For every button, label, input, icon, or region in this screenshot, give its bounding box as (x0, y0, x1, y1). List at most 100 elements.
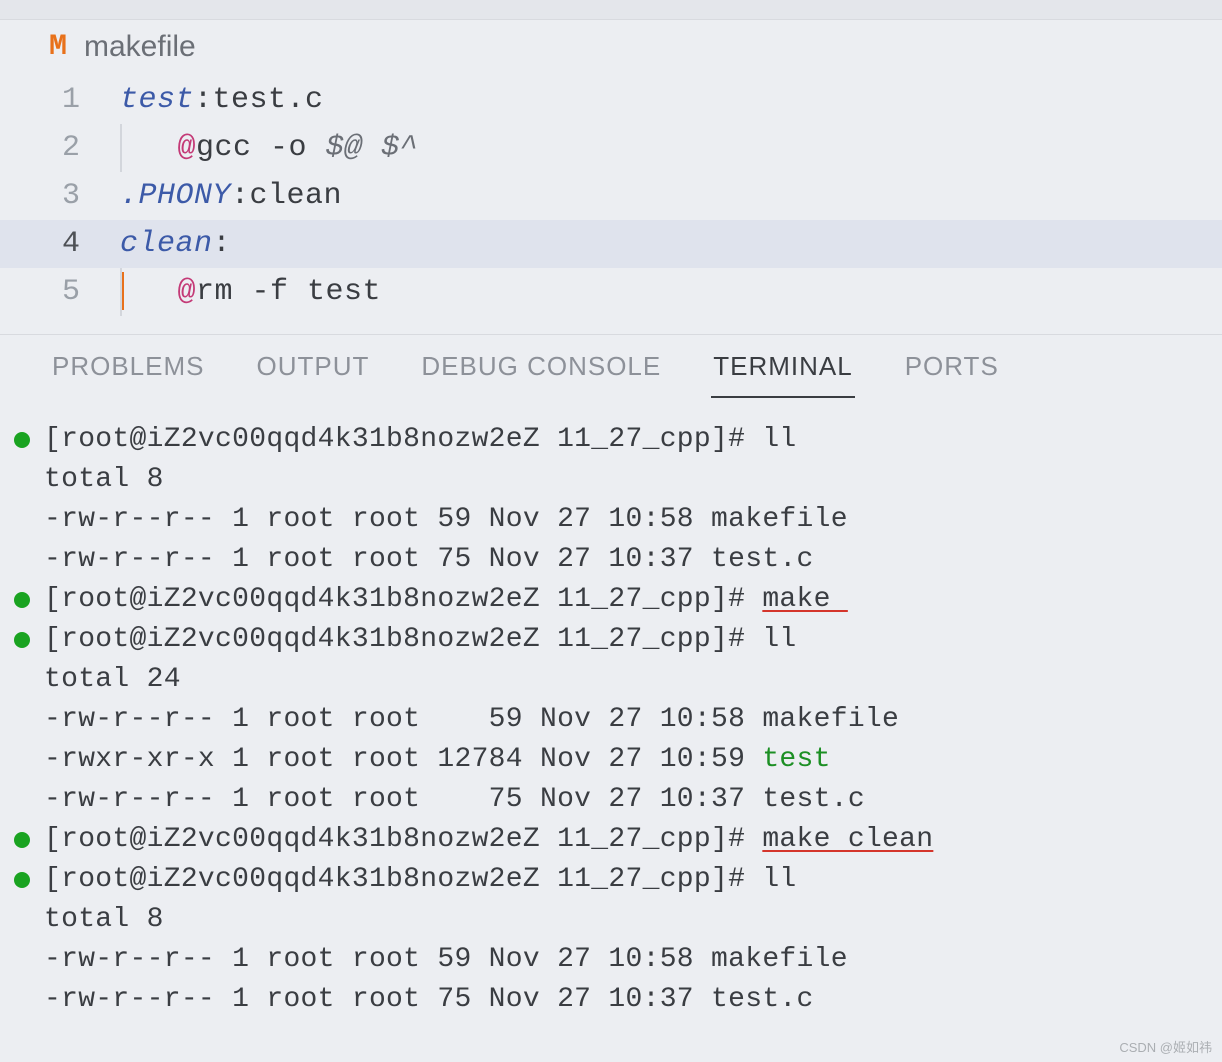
terminal-segment: -rw-r--r-- 1 root root 75 Nov 27 10:37 t… (44, 544, 814, 575)
terminal-segment: -rw-r--r-- 1 root root 59 Nov 27 10:58 m… (44, 704, 899, 735)
code-token (122, 131, 178, 165)
prompt-indicator-icon (14, 872, 30, 888)
terminal-segment: -rw-r--r-- 1 root root 75 Nov 27 10:37 t… (44, 784, 865, 815)
terminal-line: -rw-r--r-- 1 root root 75 Nov 27 10:37 t… (14, 780, 1212, 820)
code-token: :clean (231, 179, 342, 213)
terminal-executable: test (762, 744, 830, 775)
code-content[interactable]: @rm -f test (120, 268, 381, 316)
code-line[interactable]: 1test:test.c (0, 76, 1222, 124)
terminal-segment: -rw-r--r-- 1 root root 75 Nov 27 10:37 t… (44, 984, 814, 1015)
tab-debug[interactable]: DEBUG CONSOLE (419, 345, 663, 398)
terminal-gutter (14, 660, 44, 672)
code-line[interactable]: 2 @gcc -o $@ $^ (0, 124, 1222, 172)
terminal-gutter (14, 460, 44, 472)
terminal-line: [root@iZ2vc00qqd4k31b8nozw2eZ 11_27_cpp]… (14, 620, 1212, 660)
file-name: makefile (84, 30, 196, 64)
terminal-segment: total 8 (44, 464, 164, 495)
terminal-segment: [root@iZ2vc00qqd4k31b8nozw2eZ 11_27_cpp]… (44, 824, 762, 855)
terminal-line: -rw-r--r-- 1 root root 75 Nov 27 10:37 t… (14, 540, 1212, 580)
code-content[interactable]: test:test.c (120, 76, 324, 124)
line-number: 4 (0, 220, 120, 268)
code-token: $@ $^ (326, 131, 419, 165)
terminal-line: [root@iZ2vc00qqd4k31b8nozw2eZ 11_27_cpp]… (14, 820, 1212, 860)
terminal-line: total 24 (14, 660, 1212, 700)
prompt-indicator-icon (14, 832, 30, 848)
code-content[interactable]: .PHONY:clean (120, 172, 342, 220)
code-token: gcc -o (196, 131, 326, 165)
tab-problems[interactable]: PROBLEMS (50, 345, 207, 398)
prompt-indicator-icon (14, 592, 30, 608)
code-content[interactable]: @gcc -o $@ $^ (120, 124, 418, 172)
terminal-line: total 8 (14, 460, 1212, 500)
line-number: 3 (0, 172, 120, 220)
terminal-text: [root@iZ2vc00qqd4k31b8nozw2eZ 11_27_cpp]… (44, 580, 1212, 620)
terminal-text: total 8 (44, 900, 1212, 940)
terminal-text: total 24 (44, 660, 1212, 700)
terminal-line: [root@iZ2vc00qqd4k31b8nozw2eZ 11_27_cpp]… (14, 860, 1212, 900)
terminal-text: [root@iZ2vc00qqd4k31b8nozw2eZ 11_27_cpp]… (44, 820, 1212, 860)
code-token (122, 275, 178, 309)
terminal-segment: -rw-r--r-- 1 root root 59 Nov 27 10:58 m… (44, 944, 848, 975)
terminal-text: -rw-r--r-- 1 root root 59 Nov 27 10:58 m… (44, 500, 1212, 540)
panel-tabs: PROBLEMS OUTPUT DEBUG CONSOLE TERMINAL PORTS (0, 334, 1222, 398)
terminal-text: [root@iZ2vc00qqd4k31b8nozw2eZ 11_27_cpp]… (44, 420, 1212, 460)
terminal-text: -rw-r--r-- 1 root root 75 Nov 27 10:37 t… (44, 540, 1212, 580)
terminal-text: -rw-r--r-- 1 root root 59 Nov 27 10:58 m… (44, 700, 1212, 740)
prompt-indicator-icon (14, 632, 30, 648)
terminal-command: make (762, 584, 848, 615)
code-token: : (213, 227, 232, 261)
terminal-gutter (14, 820, 44, 848)
prompt-indicator-icon (14, 432, 30, 448)
terminal-line: -rw-r--r-- 1 root root 59 Nov 27 10:58 m… (14, 700, 1212, 740)
terminal-gutter (14, 740, 44, 752)
file-title-row: M makefile (0, 20, 1222, 72)
terminal-gutter (14, 580, 44, 608)
terminal-text: -rw-r--r-- 1 root root 75 Nov 27 10:37 t… (44, 980, 1212, 1020)
terminal-text: -rw-r--r-- 1 root root 59 Nov 27 10:58 m… (44, 940, 1212, 980)
tab-terminal[interactable]: TERMINAL (711, 345, 854, 398)
editor-tab-bar (0, 0, 1222, 20)
terminal-line: -rw-r--r-- 1 root root 59 Nov 27 10:58 m… (14, 940, 1212, 980)
code-line[interactable]: 3.PHONY:clean (0, 172, 1222, 220)
terminal-gutter (14, 620, 44, 648)
terminal-line: -rwxr-xr-x 1 root root 12784 Nov 27 10:5… (14, 740, 1212, 780)
terminal-text: -rw-r--r-- 1 root root 75 Nov 27 10:37 t… (44, 780, 1212, 820)
terminal-gutter (14, 860, 44, 888)
terminal-segment: [root@iZ2vc00qqd4k31b8nozw2eZ 11_27_cpp]… (44, 624, 797, 655)
code-editor[interactable]: 1test:test.c2 @gcc -o $@ $^3.PHONY:clean… (0, 72, 1222, 334)
terminal-text: -rwxr-xr-x 1 root root 12784 Nov 27 10:5… (44, 740, 1212, 780)
terminal-segment: -rwxr-xr-x 1 root root 12784 Nov 27 10:5… (44, 744, 762, 775)
terminal-segment: [root@iZ2vc00qqd4k31b8nozw2eZ 11_27_cpp]… (44, 864, 797, 895)
code-content[interactable]: clean: (120, 220, 231, 268)
tab-output[interactable]: OUTPUT (255, 345, 372, 398)
tab-ports[interactable]: PORTS (903, 345, 1001, 398)
terminal-gutter (14, 540, 44, 552)
terminal-line: -rw-r--r-- 1 root root 59 Nov 27 10:58 m… (14, 500, 1212, 540)
terminal-panel[interactable]: [root@iZ2vc00qqd4k31b8nozw2eZ 11_27_cpp]… (0, 398, 1222, 1030)
terminal-segment: -rw-r--r-- 1 root root 59 Nov 27 10:58 m… (44, 504, 848, 535)
terminal-line: -rw-r--r-- 1 root root 75 Nov 27 10:37 t… (14, 980, 1212, 1020)
terminal-gutter (14, 940, 44, 952)
line-number: 1 (0, 76, 120, 124)
code-token: @ (178, 275, 197, 309)
terminal-line: total 8 (14, 900, 1212, 940)
watermark: CSDN @姬如祎 (1119, 1037, 1212, 1056)
terminal-gutter (14, 420, 44, 448)
terminal-segment: total 24 (44, 664, 181, 695)
line-number: 2 (0, 124, 120, 172)
terminal-segment: [root@iZ2vc00qqd4k31b8nozw2eZ 11_27_cpp]… (44, 584, 762, 615)
terminal-segment: [root@iZ2vc00qqd4k31b8nozw2eZ 11_27_cpp]… (44, 424, 797, 455)
makefile-icon: M (44, 33, 72, 61)
terminal-gutter (14, 780, 44, 792)
code-line[interactable]: 4clean: (0, 220, 1222, 268)
code-token: :test.c (194, 83, 324, 117)
code-token: clean (120, 227, 213, 261)
code-token: .PHONY (120, 179, 231, 213)
code-token: rm -f test (196, 275, 381, 309)
terminal-line: [root@iZ2vc00qqd4k31b8nozw2eZ 11_27_cpp]… (14, 420, 1212, 460)
terminal-text: total 8 (44, 460, 1212, 500)
terminal-gutter (14, 900, 44, 912)
terminal-text: [root@iZ2vc00qqd4k31b8nozw2eZ 11_27_cpp]… (44, 620, 1212, 660)
code-token: test (120, 83, 194, 117)
code-line[interactable]: 5 @rm -f test (0, 268, 1222, 316)
